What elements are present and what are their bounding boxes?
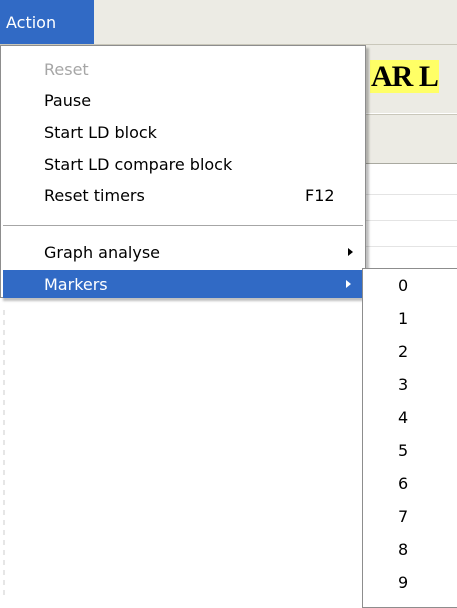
background-grid-dots [3, 310, 5, 600]
background-title-text: AR L [370, 60, 439, 93]
marker-item-9[interactable]: 9 [363, 566, 457, 599]
marker-item-1[interactable]: 1 [363, 302, 457, 335]
marker-item-2[interactable]: 2 [363, 335, 457, 368]
menu-item-pause[interactable]: Pause [1, 86, 365, 114]
marker-item-label: 2 [398, 342, 409, 361]
menu-item-graph-analyse[interactable]: Graph analyse [1, 238, 365, 266]
menu-item-label: Markers [44, 274, 108, 294]
shortcut-label: F12 [305, 185, 335, 205]
marker-item-label: 4 [398, 408, 409, 427]
marker-item-label: 8 [398, 540, 409, 559]
marker-item-label: 5 [398, 441, 409, 460]
menu-item-reset[interactable]: Reset [1, 55, 365, 83]
submenu-arrow-icon [348, 248, 353, 256]
submenu-arrow-icon [346, 280, 351, 288]
background-title: AR L [370, 60, 439, 94]
marker-item-7[interactable]: 7 [363, 500, 457, 533]
marker-item-5[interactable]: 5 [363, 434, 457, 467]
marker-item-label: 0 [398, 276, 409, 295]
marker-item-label: 7 [398, 507, 409, 526]
marker-item-label: 9 [398, 573, 409, 592]
menu-bar: Action [0, 0, 457, 45]
background-tab-strip [360, 114, 457, 164]
marker-item-label: 6 [398, 474, 409, 493]
menu-item-label: Graph analyse [44, 242, 161, 262]
menu-item-start-ld-compare-block[interactable]: Start LD compare block [1, 150, 365, 178]
menu-item-start-ld-block[interactable]: Start LD block [1, 118, 365, 146]
menu-action-label: Action [6, 12, 57, 32]
menu-item-label: Start LD compare block [44, 154, 233, 174]
marker-item-8[interactable]: 8 [363, 533, 457, 566]
menu-item-label: Pause [44, 90, 92, 110]
menu-item-label: Reset timers [44, 185, 145, 205]
marker-item-0[interactable]: 0 [363, 269, 457, 302]
marker-item-label: 1 [398, 309, 409, 328]
marker-item-3[interactable]: 3 [363, 368, 457, 401]
menu-item-reset-timers[interactable]: Reset timers F12 [1, 181, 365, 209]
markers-submenu: 0 1 2 3 4 5 6 7 8 9 [362, 268, 457, 608]
menu-separator [3, 225, 363, 227]
menu-item-label: Reset [44, 59, 89, 79]
marker-item-4[interactable]: 4 [363, 401, 457, 434]
marker-item-label: 3 [398, 375, 409, 394]
menu-item-markers[interactable]: Markers [3, 270, 363, 298]
action-dropdown-menu: Reset Pause Start LD block Start LD comp… [0, 45, 366, 298]
grid-line [360, 194, 457, 195]
menu-item-label: Start LD block [44, 122, 157, 142]
menu-action[interactable]: Action [0, 0, 94, 44]
grid-line [360, 246, 457, 247]
marker-item-6[interactable]: 6 [363, 467, 457, 500]
grid-line [360, 220, 457, 221]
